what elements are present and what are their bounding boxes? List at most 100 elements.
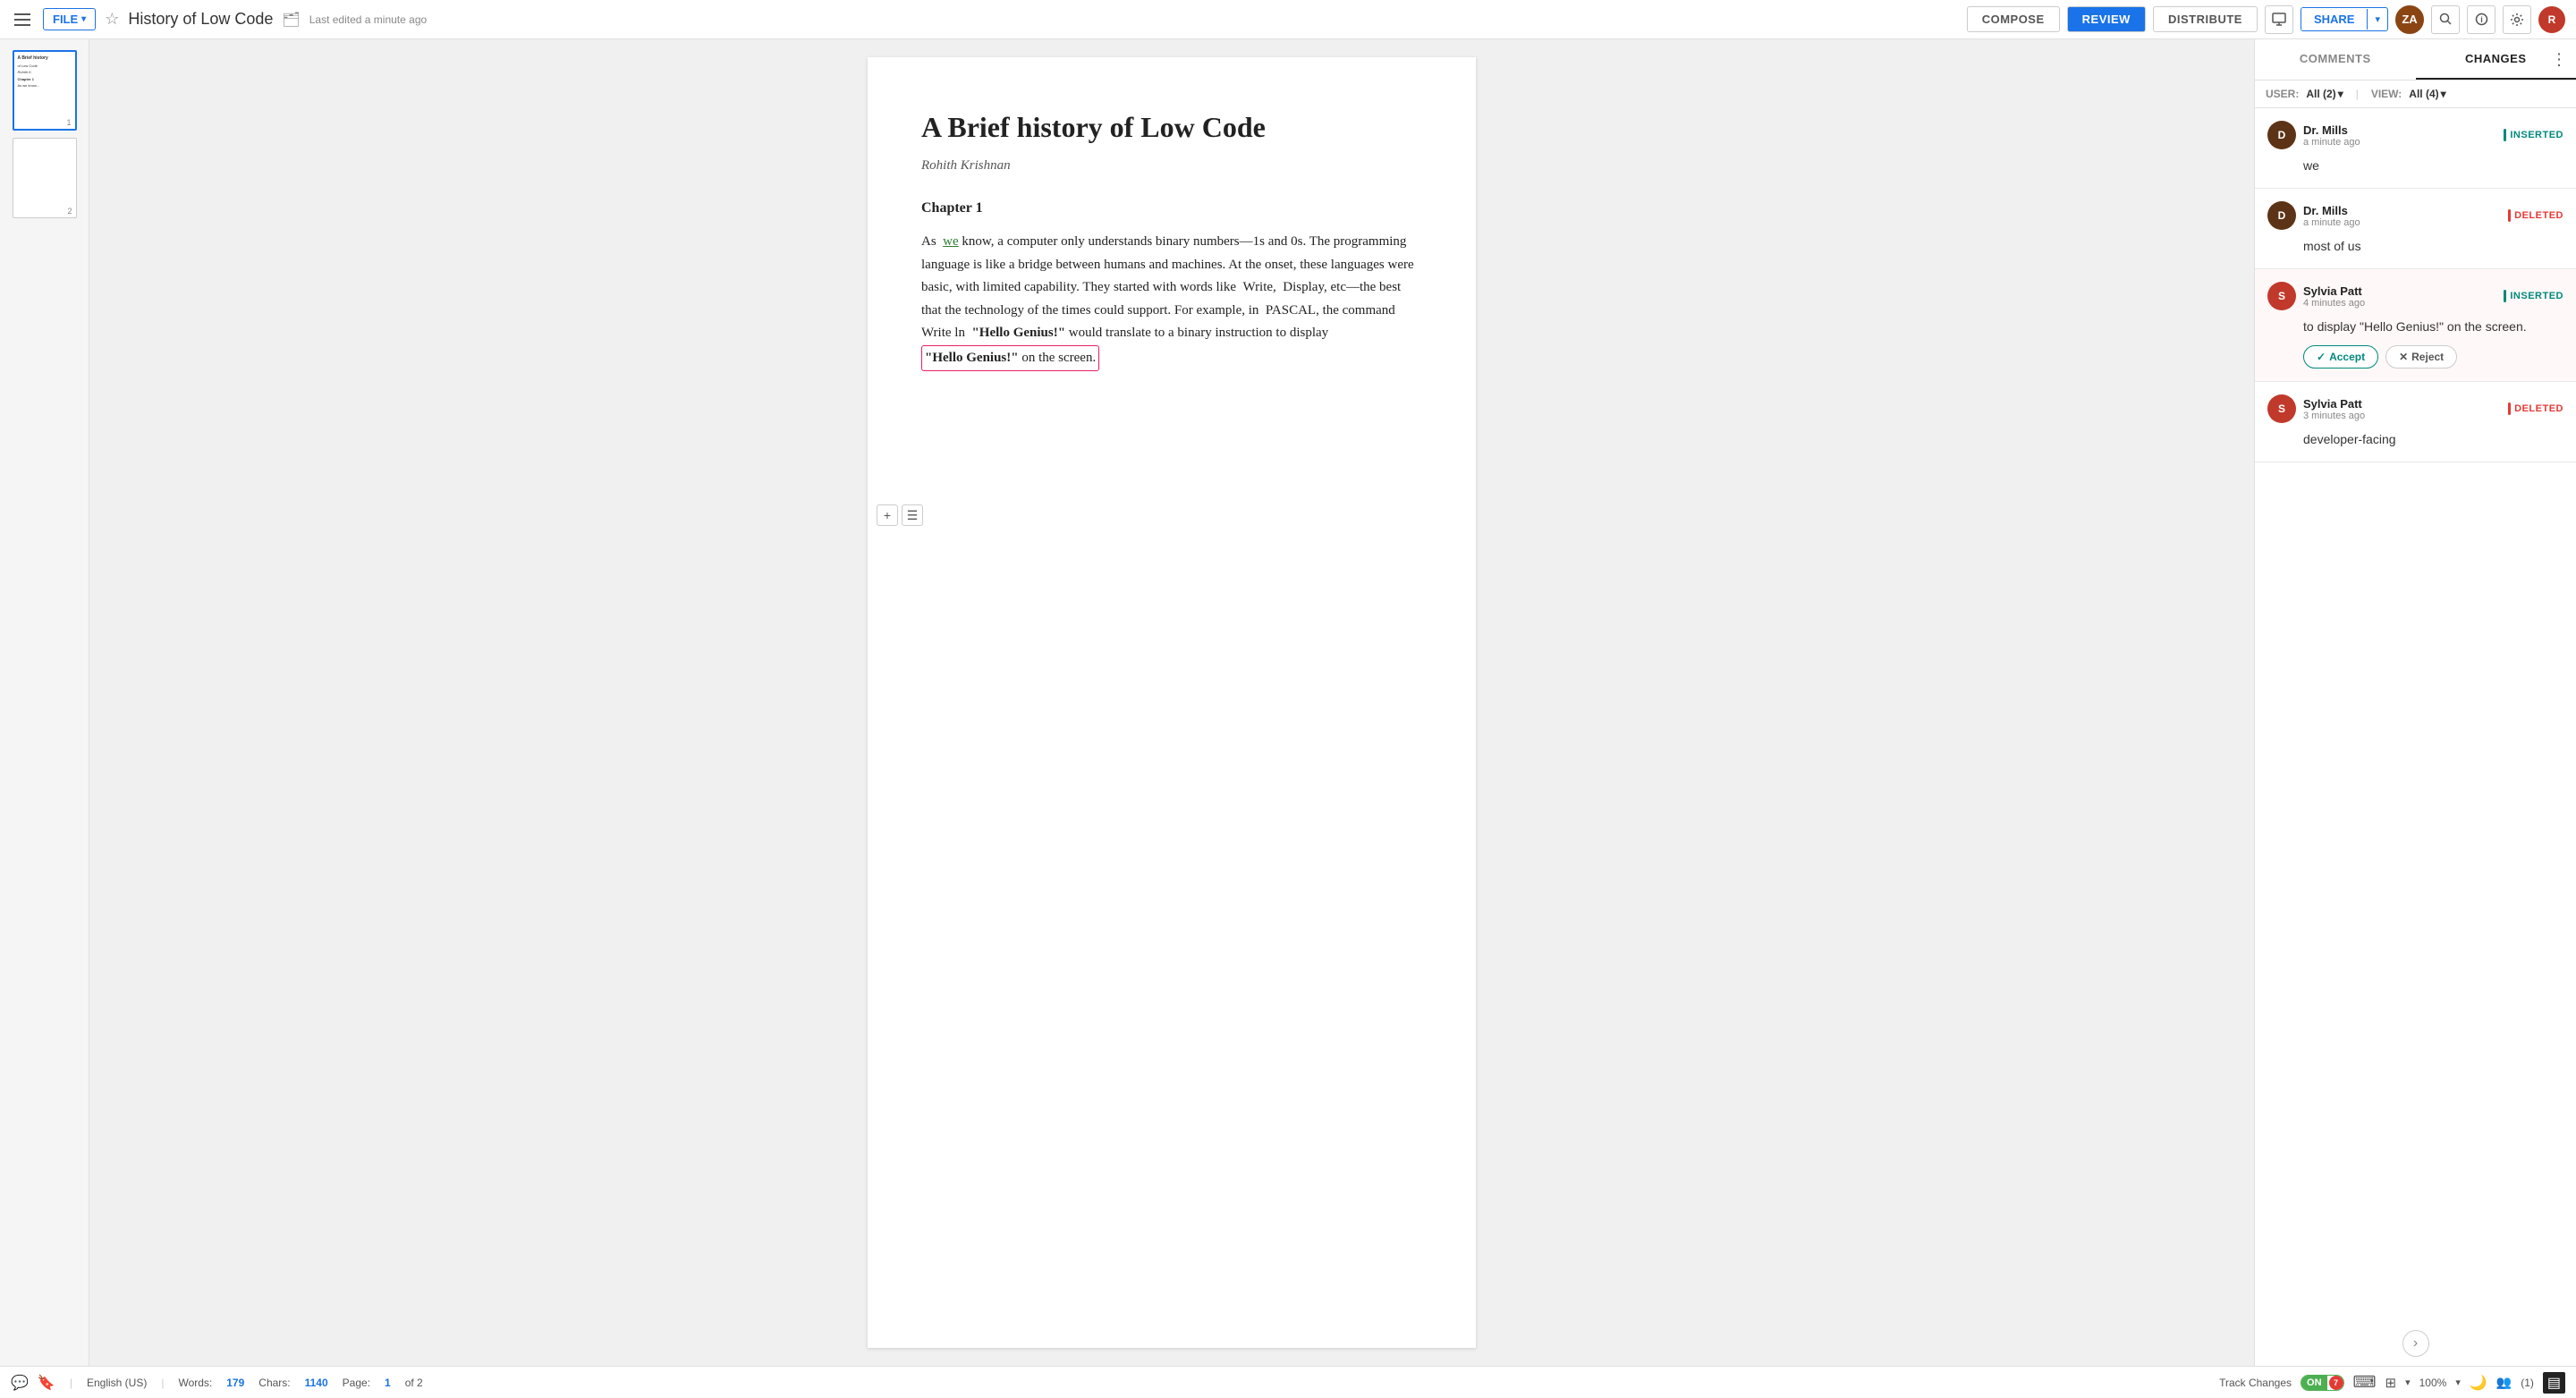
change-avatar-1: D xyxy=(2267,121,2296,149)
change-badge-1: INSERTED xyxy=(2504,129,2563,141)
view-filter-value[interactable]: All (4) ▾ xyxy=(2409,88,2445,100)
change-header-4: S Sylvia Patt 3 minutes ago DELETED xyxy=(2267,394,2563,423)
change-user-info-3: Sylvia Patt 4 minutes ago xyxy=(2303,284,2496,309)
users-count: (1) xyxy=(2521,1377,2534,1389)
search-button[interactable] xyxy=(2431,5,2460,34)
star-icon[interactable]: ☆ xyxy=(105,10,119,29)
track-changes-toggle[interactable]: ON 7 xyxy=(2301,1375,2344,1391)
editor-area[interactable]: + ☰ A Brief history of Low Code Rohith K… xyxy=(89,39,2254,1366)
file-button[interactable]: FILE ▾ xyxy=(43,8,96,30)
reject-icon: ✕ xyxy=(2399,351,2408,363)
document-author: Rohith Krishnan xyxy=(921,158,1422,174)
sidebar-changes-list: D Dr. Mills a minute ago INSERTED we D xyxy=(2255,108,2576,1321)
words-count: 179 xyxy=(226,1377,244,1389)
change-time-4: 3 minutes ago xyxy=(2303,411,2501,421)
view-filter-text: All (4) xyxy=(2409,88,2438,100)
svg-text:i: i xyxy=(2480,15,2483,24)
inserted-we: we xyxy=(943,234,959,249)
language-label[interactable]: English (US) xyxy=(87,1377,147,1389)
sidebar-tabs: COMMENTS CHANGES ⋮ xyxy=(2255,39,2576,80)
badge-bar-2 xyxy=(2508,209,2511,222)
document-main-title: A Brief history of Low Code xyxy=(921,111,1422,144)
change-user-name-1: Dr. Mills xyxy=(2303,123,2496,137)
page-of: of 2 xyxy=(405,1377,423,1389)
night-mode-icon[interactable]: 🌙 xyxy=(2470,1374,2487,1392)
change-header-1: D Dr. Mills a minute ago INSERTED xyxy=(2267,121,2563,149)
sidebar: COMMENTS CHANGES ⋮ USER: All (2) ▾ | VIE… xyxy=(2254,39,2576,1366)
reject-label: Reject xyxy=(2411,351,2444,363)
change-card-2: D Dr. Mills a minute ago DELETED most of… xyxy=(2255,189,2576,269)
hello-genius-1: "Hello Genius!" xyxy=(971,326,1065,340)
avatar-icon-button[interactable]: ZA xyxy=(2395,5,2424,34)
page-current: 1 xyxy=(385,1377,391,1389)
change-text-1: we xyxy=(2303,157,2563,175)
view-icon[interactable]: ⊞ xyxy=(2385,1375,2397,1391)
badge-bar-1 xyxy=(2504,129,2506,141)
change-time-2: a minute ago xyxy=(2303,217,2501,228)
badge-bar-3 xyxy=(2504,290,2506,302)
block-toolbar: + ☰ xyxy=(877,504,923,526)
change-avatar-2: D xyxy=(2267,201,2296,230)
document-title: History of Low Code xyxy=(128,10,273,29)
distribute-button[interactable]: DISTRIBUTE xyxy=(2153,6,2258,32)
change-badge-2: DELETED xyxy=(2508,209,2563,222)
change-avatar-3: S xyxy=(2267,282,2296,310)
change-text-3: to display "Hello Genius!" on the screen… xyxy=(2303,318,2563,336)
change-user-name-3: Sylvia Patt xyxy=(2303,284,2496,298)
reject-button-3[interactable]: ✕ Reject xyxy=(2385,345,2457,369)
users-icon[interactable]: 👥 xyxy=(2496,1375,2512,1390)
change-actions-3: ✓ Accept ✕ Reject xyxy=(2303,345,2563,369)
accept-label: Accept xyxy=(2329,351,2365,363)
change-text-2: most of us xyxy=(2303,237,2563,256)
zoom-level[interactable]: 100% xyxy=(2419,1377,2447,1389)
thumbnail-1[interactable]: A Brief history of Low Code Rohith K. Ch… xyxy=(13,50,77,131)
review-button[interactable]: REVIEW xyxy=(2067,6,2146,32)
document-body: As we know, a computer only understands … xyxy=(921,231,1422,371)
change-badge-4: DELETED xyxy=(2508,402,2563,415)
change-user-name-2: Dr. Mills xyxy=(2303,204,2501,217)
words-label: Words: xyxy=(178,1377,212,1389)
folder-icon[interactable]: 🗂 xyxy=(282,11,300,29)
comment-icon[interactable]: 💬 xyxy=(11,1374,29,1392)
change-user-info-2: Dr. Mills a minute ago xyxy=(2303,204,2501,228)
compose-button[interactable]: COMPOSE xyxy=(1967,6,2060,32)
pages-view-icon[interactable]: ▤ xyxy=(2543,1372,2565,1394)
user-filter-label: USER: xyxy=(2266,88,2299,100)
footer-left: 💬 🔖 xyxy=(11,1374,55,1392)
user-avatar[interactable]: R xyxy=(2538,6,2565,33)
info-button[interactable]: i xyxy=(2467,5,2496,34)
change-card-4: S Sylvia Patt 3 minutes ago DELETED deve… xyxy=(2255,382,2576,462)
change-time-1: a minute ago xyxy=(2303,137,2496,148)
share-button[interactable]: SHARE ▾ xyxy=(2301,7,2388,31)
scroll-down-arrow[interactable]: › xyxy=(2255,1321,2576,1366)
filter-separator: | xyxy=(2356,88,2359,100)
menu-button[interactable] xyxy=(11,10,34,30)
page-label: Page: xyxy=(343,1377,370,1389)
settings-button[interactable] xyxy=(2503,5,2531,34)
change-text-4: developer-facing xyxy=(2303,430,2563,449)
change-badge-3: INSERTED xyxy=(2504,290,2563,302)
user-filter-value[interactable]: All (2) ▾ xyxy=(2306,88,2343,100)
zoom-caret[interactable]: ▾ xyxy=(2455,1377,2461,1388)
bookmark-icon[interactable]: 🔖 xyxy=(38,1374,55,1392)
footer: 💬 🔖 | English (US) | Words: 179 Chars: 1… xyxy=(0,1366,2576,1398)
present-icon-button[interactable] xyxy=(2265,5,2293,34)
track-on-label: ON xyxy=(2301,1376,2327,1390)
view-caret[interactable]: ▾ xyxy=(2405,1377,2411,1388)
file-caret-icon: ▾ xyxy=(81,14,86,24)
accept-button-3[interactable]: ✓ Accept xyxy=(2303,345,2378,369)
keyboard-icon[interactable]: ⌨ xyxy=(2353,1373,2377,1392)
change-header-3: S Sylvia Patt 4 minutes ago INSERTED xyxy=(2267,282,2563,310)
share-label[interactable]: SHARE xyxy=(2301,8,2368,30)
sidebar-more-icon[interactable]: ⋮ xyxy=(2551,50,2567,69)
badge-bar-4 xyxy=(2508,402,2511,415)
change-header-2: D Dr. Mills a minute ago DELETED xyxy=(2267,201,2563,230)
main-content: A Brief history of Low Code Rohith K. Ch… xyxy=(0,39,2576,1366)
add-block-button[interactable]: + xyxy=(877,504,898,526)
user-filter-caret: ▾ xyxy=(2338,88,2343,100)
sidebar-filters: USER: All (2) ▾ | VIEW: All (4) ▾ xyxy=(2255,80,2576,108)
thumbnail-2[interactable]: 2 xyxy=(13,138,77,218)
format-block-button[interactable]: ☰ xyxy=(902,504,923,526)
share-dropdown-icon[interactable]: ▾ xyxy=(2367,9,2387,30)
comments-tab[interactable]: COMMENTS xyxy=(2255,39,2416,80)
